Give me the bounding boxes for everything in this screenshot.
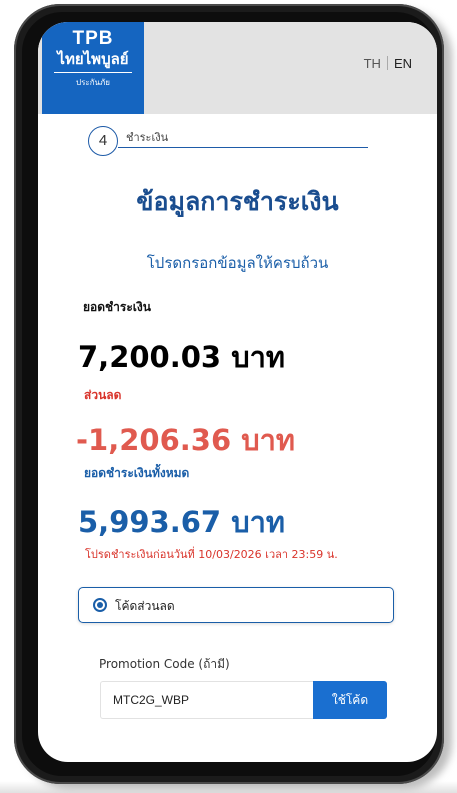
page-subtitle: โปรดกรอกข้อมูลให้ครบถ้วน [146, 254, 329, 272]
discount-label: ส่วนลด [84, 388, 122, 402]
step-line [118, 147, 368, 148]
step-number-badge: 4 [88, 126, 118, 156]
lang-en-button[interactable]: EN [394, 56, 412, 71]
step-label: ชำระเงิน [126, 131, 169, 144]
net-total-amount: 5,993.67 บาท [78, 505, 286, 539]
discount-amount: -1,206.36 บาท [76, 423, 296, 457]
logo-brand-text: TPB [72, 28, 114, 49]
language-switcher: TH EN [364, 56, 412, 71]
logo-name-thai: ไทยไพบูลย์ [54, 50, 132, 73]
discount-code-option[interactable]: โค้ดส่วนลด [78, 587, 394, 623]
brand-logo[interactable]: TPB ไทยไพบูลย์ ประกันภัย [42, 22, 144, 114]
discount-code-option-label: โค้ดส่วนลด [115, 599, 175, 613]
lang-th-button[interactable]: TH [364, 56, 381, 71]
logo-subtitle-thai: ประกันภัย [76, 78, 110, 87]
total-amount: 7,200.03 บาท [78, 340, 286, 374]
page-title: ข้อมูลการชำระเงิน [136, 187, 339, 216]
apply-code-button[interactable]: ใช้โค้ด [313, 681, 387, 719]
bottom-shadow [0, 781, 457, 793]
lang-divider [386, 56, 388, 70]
header-bar: TPB ไทยไพบูลย์ ประกันภัย TH EN [38, 22, 437, 114]
phone-screen: TPB ไทยไพบูลย์ ประกันภัย TH EN 4 ชำระเงิน… [38, 22, 437, 762]
payment-deadline-note: โปรดชำระเงินก่อนวันที่ 10/03/2026 เวลา 2… [85, 548, 338, 561]
discount-code-radio[interactable] [93, 598, 107, 612]
net-total-label: ยอดชำระเงินทั้งหมด [84, 466, 190, 480]
promo-code-label: Promotion Code (ถ้ามี) [99, 657, 230, 671]
total-label: ยอดชำระเงิน [83, 300, 151, 314]
step-indicator: 4 ชำระเงิน [88, 126, 368, 160]
promo-code-input[interactable] [100, 681, 313, 719]
